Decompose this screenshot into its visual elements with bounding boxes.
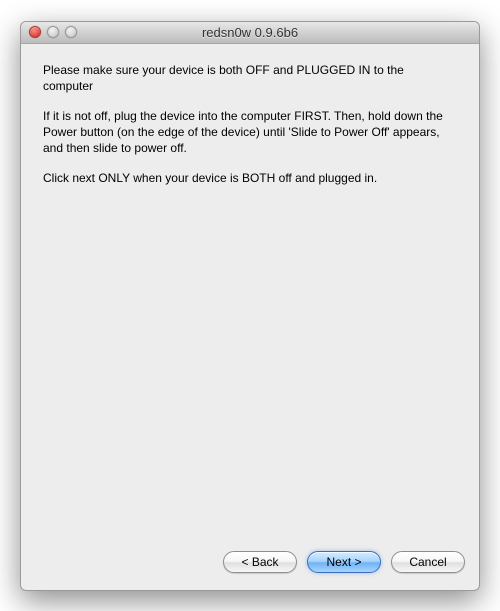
instruction-paragraph-1: Please make sure your device is both OFF… [43, 62, 457, 94]
traffic-lights [21, 26, 77, 38]
cancel-button[interactable]: Cancel [391, 551, 465, 573]
main-content: Please make sure your device is both OFF… [21, 44, 479, 542]
footer-buttons: < Back Next > Cancel [21, 542, 479, 590]
window-title: redsn0w 0.9.6b6 [21, 25, 479, 40]
app-window: redsn0w 0.9.6b6 Please make sure your de… [20, 21, 480, 591]
minimize-icon[interactable] [47, 26, 59, 38]
back-button[interactable]: < Back [223, 551, 297, 573]
close-icon[interactable] [29, 26, 41, 38]
instruction-paragraph-3: Click next ONLY when your device is BOTH… [43, 170, 457, 186]
next-button[interactable]: Next > [307, 551, 381, 573]
titlebar: redsn0w 0.9.6b6 [21, 22, 479, 44]
instruction-paragraph-2: If it is not off, plug the device into t… [43, 108, 457, 157]
maximize-icon[interactable] [65, 26, 77, 38]
